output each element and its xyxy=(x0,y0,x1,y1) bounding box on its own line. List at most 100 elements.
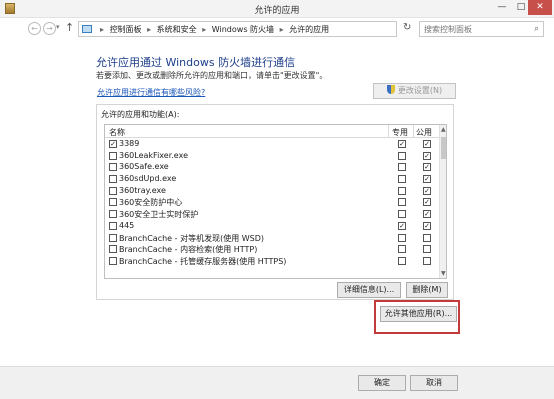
allowed-apps-list[interactable]: 名称 专用 公用 ✓ 3389 ✓ ✓ 360LeakFixer.exe ✓ 360Safe… xyxy=(104,124,447,279)
private-checkbox[interactable]: ✓ xyxy=(398,140,406,148)
public-checkbox[interactable]: ✓ xyxy=(423,221,431,230)
app-name: 360Safe.exe xyxy=(119,162,169,172)
list-item[interactable]: 360tray.exe ✓ xyxy=(105,185,439,197)
enable-checkbox[interactable] xyxy=(109,163,117,172)
list-item[interactable]: 360安全卫士实时保护 ✓ xyxy=(105,208,439,220)
private-checkbox[interactable] xyxy=(398,245,406,254)
list-item[interactable]: 360LeakFixer.exe ✓ xyxy=(105,150,439,162)
app-name: BranchCache - 对等机发现(使用 WSD) xyxy=(119,233,265,243)
private-checkbox[interactable] xyxy=(398,163,406,172)
enable-checkbox[interactable] xyxy=(109,233,117,242)
breadcrumb-system-security[interactable]: 系统和安全 xyxy=(157,25,197,34)
list-item[interactable]: BranchCache - 对等机发现(使用 WSD) xyxy=(105,232,439,244)
public-checkbox[interactable]: ✓ xyxy=(423,210,431,219)
search-icon[interactable]: ⌕ xyxy=(534,24,539,34)
private-checkbox[interactable] xyxy=(398,151,406,160)
up-arrow-icon[interactable]: ↑ xyxy=(65,21,74,34)
refresh-icon[interactable]: ↻ xyxy=(403,22,411,33)
app-name: BranchCache - 托管缓存服务器(使用 HTTPS) xyxy=(119,256,287,266)
list-item[interactable]: BranchCache - 内容检索(使用 HTTP) xyxy=(105,243,439,255)
app-name: 360sdUpd.exe xyxy=(119,174,177,184)
title-bar: 允许的应用 — □ ✕ xyxy=(0,0,554,18)
app-name: 360tray.exe xyxy=(119,185,166,195)
private-checkbox[interactable] xyxy=(398,175,406,184)
window-title: 允许的应用 xyxy=(254,6,300,16)
list-item[interactable]: ✓ 3389 ✓ ✓ xyxy=(105,138,439,150)
private-checkbox[interactable] xyxy=(398,186,406,195)
scroll-down-icon[interactable]: ▼ xyxy=(441,270,446,277)
app-name: 360安全防护中心 xyxy=(119,198,183,208)
instruction-text: 若要添加、更改或删除所允许的应用和端口，请单击"更改设置"。 xyxy=(96,71,328,80)
public-checkbox[interactable]: ✓ xyxy=(423,175,431,184)
enable-checkbox[interactable] xyxy=(109,245,117,254)
list-item[interactable]: 445 ✓ ✓ xyxy=(105,220,439,232)
scroll-up-icon[interactable]: ▲ xyxy=(441,126,446,133)
ok-button[interactable]: 确定 xyxy=(358,375,406,391)
breadcrumb-separator: ▸ xyxy=(202,25,207,34)
app-name: 3389 xyxy=(119,139,140,148)
app-name: 360安全卫士实时保护 xyxy=(119,210,199,220)
change-settings-button[interactable]: 更改设置(N) xyxy=(373,83,456,99)
address-box[interactable]: ▸ 控制面板 ▸ 系统和安全 ▸ Windows 防火墙 ▸ 允许的应用 ▾ xyxy=(78,21,469,37)
public-checkbox[interactable]: ✓ xyxy=(423,140,431,148)
app-name: 445 xyxy=(119,220,135,230)
remove-button[interactable]: 删除(M) xyxy=(406,282,448,298)
list-item[interactable]: 360Safe.exe ✓ xyxy=(105,161,439,173)
enable-checkbox[interactable] xyxy=(109,151,117,160)
public-checkbox[interactable]: ✓ xyxy=(423,198,431,207)
enable-checkbox[interactable] xyxy=(109,256,117,265)
breadcrumb-allowed-apps[interactable]: 允许的应用 xyxy=(289,25,329,34)
column-divider[interactable] xyxy=(413,125,414,138)
list-item[interactable]: 360安全防护中心 ✓ xyxy=(105,196,439,208)
column-header-private[interactable]: 专用 xyxy=(392,127,408,138)
control-panel-icon xyxy=(82,25,92,33)
column-header-name[interactable]: 名称 xyxy=(109,127,125,138)
breadcrumb-separator: ▸ xyxy=(147,25,152,34)
list-rows: ✓ 3389 ✓ ✓ 360LeakFixer.exe ✓ 360Safe.exe ✓ 360s… xyxy=(105,138,439,267)
public-checkbox[interactable]: ✓ xyxy=(423,186,431,195)
list-scrollbar[interactable]: ▲ ▼ xyxy=(439,125,446,278)
address-row: ← → ▾ ↑ ▸ 控制面板 ▸ 系统和安全 ▸ Windows 防火墙 ▸ 允… xyxy=(0,18,554,40)
enable-checkbox[interactable] xyxy=(109,221,117,230)
back-arrow-icon[interactable]: ← xyxy=(28,22,41,35)
cancel-button[interactable]: 取消 xyxy=(410,375,458,391)
private-checkbox[interactable] xyxy=(398,198,406,207)
breadcrumb-windows-firewall[interactable]: Windows 防火墙 xyxy=(212,25,274,34)
list-item[interactable]: BranchCache - 托管缓存服务器(使用 HTTPS) xyxy=(105,255,439,267)
enable-checkbox[interactable]: ✓ xyxy=(109,140,117,148)
scroll-thumb[interactable] xyxy=(441,137,446,159)
app-name: BranchCache - 内容检索(使用 HTTP) xyxy=(119,245,258,255)
enable-checkbox[interactable] xyxy=(109,186,117,195)
close-button[interactable]: ✕ xyxy=(528,0,552,15)
enable-checkbox[interactable] xyxy=(109,210,117,219)
details-button[interactable]: 详细信息(L)... xyxy=(337,282,401,298)
recent-locations-chevron-icon[interactable]: ▾ xyxy=(56,23,60,31)
public-checkbox[interactable]: ✓ xyxy=(423,151,431,160)
column-header-public[interactable]: 公用 xyxy=(416,127,432,138)
private-checkbox[interactable]: ✓ xyxy=(398,221,406,230)
column-divider[interactable] xyxy=(388,125,389,138)
public-checkbox[interactable] xyxy=(423,233,431,242)
breadcrumb: ▸ 控制面板 ▸ 系统和安全 ▸ Windows 防火墙 ▸ 允许的应用 xyxy=(97,24,329,35)
app-name: 360LeakFixer.exe xyxy=(119,150,188,160)
change-settings-label: 更改设置(N) xyxy=(397,86,443,95)
enable-checkbox[interactable] xyxy=(109,198,117,207)
private-checkbox[interactable] xyxy=(398,233,406,242)
public-checkbox[interactable]: ✓ xyxy=(423,163,431,172)
list-item[interactable]: 360sdUpd.exe ✓ xyxy=(105,173,439,185)
search-input[interactable] xyxy=(424,23,524,35)
search-box[interactable]: ⌕ xyxy=(419,21,544,37)
breadcrumb-control-panel[interactable]: 控制面板 xyxy=(110,25,142,34)
uac-shield-icon xyxy=(386,85,395,94)
enable-checkbox[interactable] xyxy=(109,175,117,184)
forward-arrow-icon[interactable]: → xyxy=(43,22,56,35)
dialog-footer: 确定 取消 xyxy=(0,366,554,399)
public-checkbox[interactable] xyxy=(423,256,431,265)
public-checkbox[interactable] xyxy=(423,245,431,254)
private-checkbox[interactable] xyxy=(398,256,406,265)
breadcrumb-separator: ▸ xyxy=(279,25,284,34)
private-checkbox[interactable] xyxy=(398,210,406,219)
page-title: 允许应用通过 Windows 防火墙进行通信 xyxy=(96,56,296,69)
red-highlight-box xyxy=(374,300,460,334)
risk-help-link[interactable]: 允许应用进行通信有哪些风险? xyxy=(97,87,205,98)
